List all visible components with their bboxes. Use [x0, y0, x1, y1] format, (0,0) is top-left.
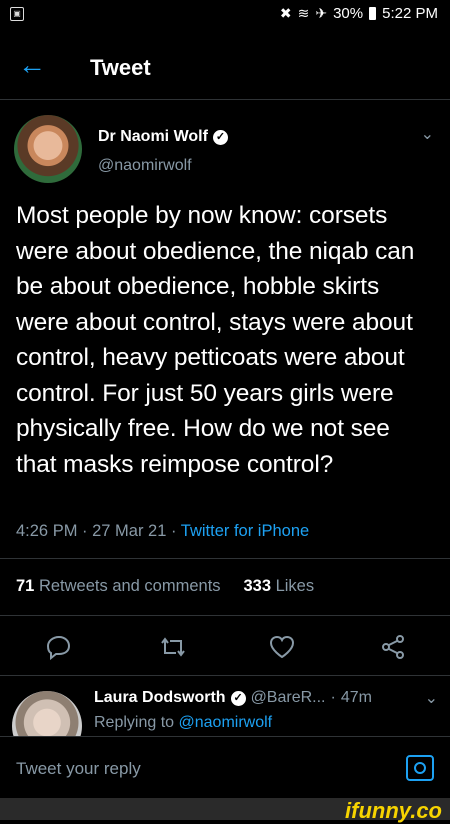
watermark-bar: ifunny.co: [0, 798, 450, 823]
stats-divider: [0, 615, 450, 616]
header: ← Tweet: [0, 38, 450, 98]
meta-divider: [0, 558, 450, 559]
tweet-body: Most people by now know: corsets were ab…: [16, 202, 415, 478]
notification-icon: ▣: [10, 7, 24, 21]
tweet-date: 27 Mar 21: [92, 522, 167, 540]
header-divider: [0, 99, 450, 100]
ifunny-watermark: ifunny.co: [345, 798, 442, 823]
chevron-down-icon[interactable]: ⌄: [421, 124, 434, 144]
reply-icon[interactable]: [44, 632, 74, 662]
reply-avatar[interactable]: [12, 691, 82, 738]
camera-icon[interactable]: [406, 755, 434, 781]
tweet-time: 4:26 PM: [16, 522, 78, 540]
reply-composer[interactable]: Tweet your reply: [0, 736, 450, 799]
battery-percent: 30%: [333, 5, 364, 22]
likes-label: Likes: [275, 577, 315, 595]
retweets-label: Retweets and comments: [38, 577, 221, 595]
verified-badge-icon: ✓: [212, 129, 228, 145]
like-heart-icon[interactable]: [267, 632, 297, 662]
retweets-count: 71: [16, 577, 35, 595]
chevron-down-icon[interactable]: ⌄: [425, 688, 438, 708]
reply-dot: ·: [330, 689, 336, 706]
likes-stat[interactable]: 333 Likes: [243, 577, 314, 595]
replying-to: Replying to @naomirwolf: [94, 714, 272, 732]
status-right: ✖ ≋ ✈ 30% 5:22 PM: [280, 5, 438, 22]
author-avatar[interactable]: [14, 115, 82, 183]
reply-handle[interactable]: @BareR...: [251, 689, 326, 707]
clock: 5:22 PM: [382, 5, 438, 22]
actions-divider: [0, 675, 450, 676]
status-bar: ▣ ✖ ≋ ✈ 30% 5:22 PM: [0, 0, 450, 30]
page-title: Tweet: [90, 55, 151, 80]
reply-header: Laura Dodsworth ✓ @BareR... · 47m: [94, 689, 372, 707]
reply-age: 47m: [340, 689, 372, 706]
action-bar: [0, 632, 450, 664]
replying-prefix: Replying to: [94, 714, 175, 731]
reply-item[interactable]: Laura Dodsworth ✓ @BareR... · 47m ⌄ Repl…: [12, 686, 450, 738]
likes-count: 333: [243, 577, 271, 595]
airplane-icon: ✈: [315, 5, 328, 21]
verified-badge-icon: ✓: [230, 690, 246, 706]
tweet-meta: 4:26 PM · 27 Mar 21 · Twitter for iPhone: [16, 522, 310, 540]
retweets-stat[interactable]: 71 Retweets and comments: [16, 577, 221, 595]
author-name: Dr Naomi Wolf: [98, 128, 208, 145]
reply-author-name[interactable]: Laura Dodsworth: [94, 689, 226, 707]
mute-icon: ✖: [279, 5, 292, 21]
share-icon[interactable]: [378, 632, 408, 662]
tweet-stats: 71 Retweets and comments 333 Likes: [16, 577, 314, 596]
wifi-icon: ≋: [297, 5, 310, 21]
tweet-source-link[interactable]: Twitter for iPhone: [181, 522, 309, 540]
back-arrow-icon[interactable]: ←: [18, 51, 52, 82]
retweet-icon[interactable]: [158, 632, 188, 662]
battery-icon: [369, 7, 377, 20]
reply-input[interactable]: Tweet your reply: [16, 759, 141, 779]
author-handle[interactable]: @naomirwolf: [98, 157, 192, 175]
author-name-row[interactable]: Dr Naomi Wolf ✓: [98, 128, 228, 146]
replying-handle-link[interactable]: @naomirwolf: [179, 714, 273, 731]
